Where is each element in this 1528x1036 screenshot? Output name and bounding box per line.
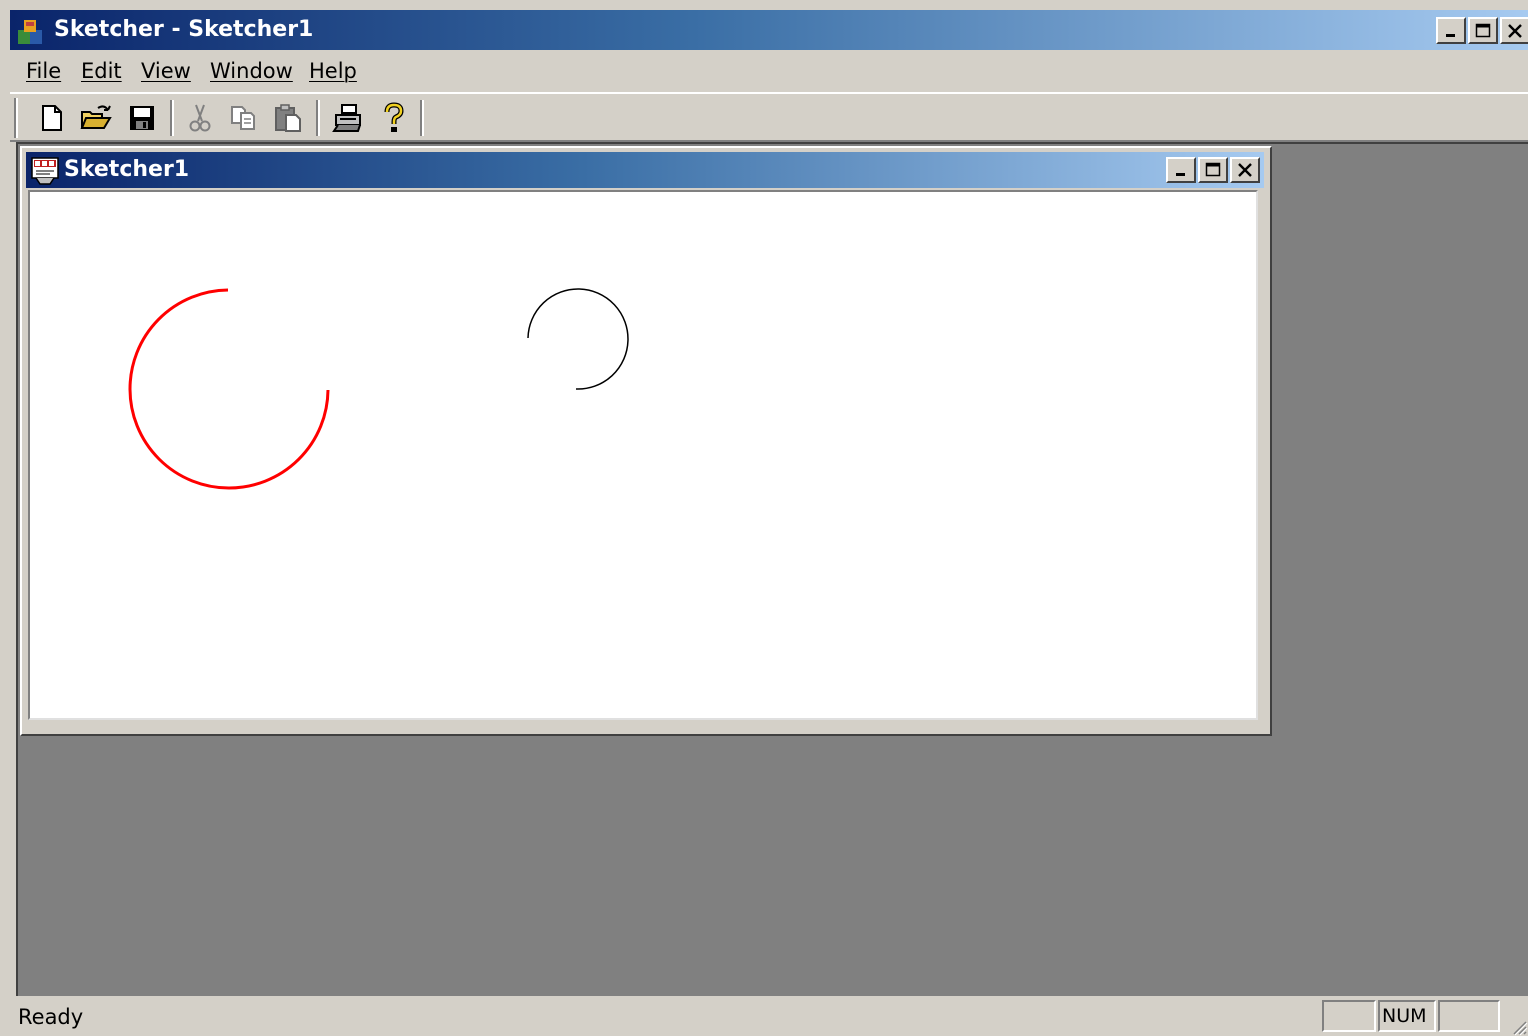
- document-icon: [31, 157, 59, 185]
- maximize-button[interactable]: [1468, 17, 1498, 44]
- size-grip-icon[interactable]: [1508, 1016, 1528, 1036]
- status-text: Ready: [18, 1005, 84, 1029]
- sketch-surface: [128, 288, 629, 490]
- drawing-canvas[interactable]: [28, 190, 1258, 720]
- toolbar-separator: [316, 100, 320, 136]
- app-titlebar[interactable]: Sketcher - Sketcher1: [10, 10, 1528, 50]
- close-icon: [1508, 23, 1522, 38]
- help-icon: [384, 102, 404, 132]
- paste-icon: [275, 104, 301, 132]
- copy-button[interactable]: [224, 98, 264, 138]
- status-indicator-num: NUM: [1378, 1000, 1436, 1032]
- app-window: Sketcher - Sketcher1 File Edit View Wind…: [10, 10, 1528, 1036]
- menu-view[interactable]: View: [141, 56, 191, 86]
- document-titlebar[interactable]: Sketcher1: [26, 152, 1264, 188]
- app-icon: [18, 20, 42, 44]
- toolbar-separator: [170, 100, 174, 136]
- document-title: Sketcher1: [64, 157, 190, 182]
- close-icon: [1238, 163, 1252, 177]
- print-icon: [332, 104, 361, 132]
- maximize-icon: [1205, 162, 1221, 177]
- print-button[interactable]: [328, 98, 368, 138]
- open-button[interactable]: [76, 98, 116, 138]
- paste-button[interactable]: [268, 98, 308, 138]
- toolbar-grip[interactable]: [14, 98, 18, 138]
- document-maximize-button[interactable]: [1198, 157, 1228, 183]
- cut-icon: [189, 104, 211, 132]
- minimize-icon: [1446, 33, 1455, 37]
- toolbar: [10, 92, 1528, 142]
- document-window: Sketcher1: [20, 146, 1272, 736]
- toolbar-end-separator: [420, 100, 424, 136]
- open-icon: [80, 105, 112, 129]
- status-indicator-caps: [1322, 1000, 1376, 1032]
- menu-help[interactable]: Help: [309, 56, 357, 86]
- minimize-button[interactable]: [1436, 17, 1466, 44]
- status-indicator-scroll: [1438, 1000, 1500, 1032]
- red-arc[interactable]: [128, 288, 330, 490]
- statusbar: Ready NUM: [10, 998, 1528, 1036]
- help-button[interactable]: [374, 98, 414, 138]
- save-icon: [130, 106, 154, 130]
- maximize-icon: [1475, 23, 1491, 37]
- menu-edit[interactable]: Edit: [81, 56, 122, 86]
- close-button[interactable]: [1500, 17, 1528, 44]
- cut-button[interactable]: [180, 98, 220, 138]
- new-button[interactable]: [32, 98, 72, 138]
- document-close-button[interactable]: [1230, 157, 1260, 183]
- new-icon: [42, 105, 62, 131]
- mdi-client-area: Sketcher1: [16, 142, 1528, 996]
- menubar: File Edit View Window Help: [10, 52, 1528, 90]
- minimize-icon: [1176, 173, 1185, 176]
- save-button[interactable]: [122, 98, 162, 138]
- black-arc[interactable]: [527, 288, 629, 390]
- menu-window[interactable]: Window: [210, 56, 293, 86]
- copy-icon: [231, 106, 255, 130]
- menu-file[interactable]: File: [26, 56, 61, 86]
- app-title: Sketcher - Sketcher1: [54, 17, 314, 42]
- document-minimize-button[interactable]: [1166, 157, 1196, 183]
